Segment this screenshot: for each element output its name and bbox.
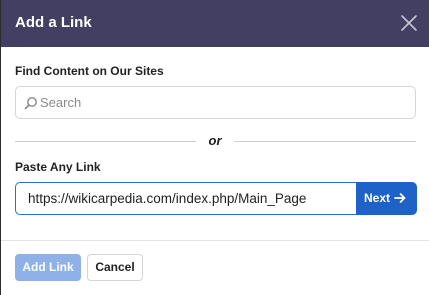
link-field[interactable] xyxy=(15,182,356,215)
cancel-button[interactable]: Cancel xyxy=(87,254,143,281)
add-link-button[interactable]: Add Link xyxy=(15,254,81,281)
link-input[interactable] xyxy=(28,184,348,213)
next-button-label: Next xyxy=(364,191,391,205)
add-link-dialog: Add a Link Find Content on Our Sites or … xyxy=(0,0,429,295)
arrow-right-icon xyxy=(394,193,406,203)
dialog-title: Add a Link xyxy=(15,14,92,31)
search-icon xyxy=(24,97,37,110)
close-icon xyxy=(401,15,417,31)
divider-or-text: or xyxy=(208,133,222,148)
next-button[interactable]: Next xyxy=(356,182,417,215)
paste-link-label: Paste Any Link xyxy=(15,160,101,174)
footer-divider xyxy=(1,240,429,241)
dialog-header: Add a Link xyxy=(1,0,429,47)
divider-line-right xyxy=(234,141,416,142)
search-box[interactable] xyxy=(15,86,416,119)
find-content-label: Find Content on Our Sites xyxy=(15,64,164,78)
search-input[interactable] xyxy=(40,88,410,117)
close-button[interactable] xyxy=(398,12,420,34)
divider-line-left xyxy=(15,141,196,142)
